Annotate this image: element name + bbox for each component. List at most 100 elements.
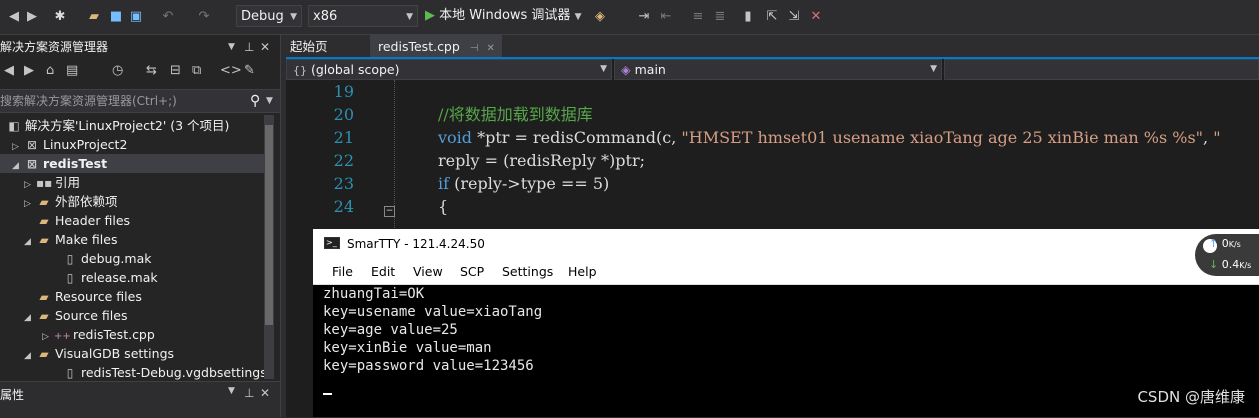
tree-item-linuxproject2[interactable]: ▷ ⊠ LinuxProject2 xyxy=(12,135,127,154)
indent-icon[interactable]: ⇥ xyxy=(636,9,652,25)
code-line[interactable]: //将数据加载到数据库 xyxy=(438,103,593,126)
forward-icon[interactable]: ▶ xyxy=(24,9,40,25)
search-icon[interactable]: ⚲ xyxy=(250,90,260,112)
chevron-down-icon[interactable]: ◢ xyxy=(24,233,36,252)
run-debugger-button[interactable]: ▶ 本地 Windows 调试器 ▼ xyxy=(425,5,582,27)
uncomment-icon[interactable]: ≣ xyxy=(712,9,728,25)
code-line[interactable]: reply = (redisReply *)ptr; xyxy=(438,149,645,172)
code-line[interactable]: void *ptr = redisCommand(c, "HMSET hmset… xyxy=(438,126,1221,149)
tree-item-solution[interactable]: ◧ 解决方案'LinuxProject2' (3 个项目) xyxy=(6,116,229,135)
tab-label: 起始页 xyxy=(290,39,328,54)
save-icon[interactable]: ■ xyxy=(108,9,124,25)
collapse-icon[interactable]: − xyxy=(384,206,395,217)
chevron-down-icon[interactable]: ◢ xyxy=(24,347,36,366)
tree-item-external-deps[interactable]: ▷ ▰ 外部依赖项 xyxy=(24,192,118,211)
code-line[interactable]: if (reply->type == 5) xyxy=(438,172,609,195)
tree-item-make-files[interactable]: ◢ ▰ Make files xyxy=(24,230,117,249)
show-all-files-icon[interactable]: ⧉ xyxy=(192,63,201,78)
navbar-extra-dropdown[interactable] xyxy=(944,59,1259,80)
terminal-icon: >_ xyxy=(324,237,340,249)
pin-icon[interactable]: ⊥ xyxy=(244,35,254,59)
pin-icon[interactable]: ⊥ xyxy=(244,386,254,400)
collapse-all-icon[interactable]: ⊟ xyxy=(170,63,181,78)
menu-scp[interactable]: SCP xyxy=(460,259,484,284)
scope-dropdown[interactable]: {} (global scope) ▼ xyxy=(286,59,612,80)
outdent-icon[interactable]: ⇤ xyxy=(658,9,674,25)
close-icon[interactable]: ✕ xyxy=(260,386,270,400)
tree-item-rediscpp[interactable]: ▷ ++ redisTest.cpp xyxy=(42,325,155,344)
chevron-down-icon[interactable]: ◢ xyxy=(24,309,36,328)
net-up-value: 0 xyxy=(1221,237,1229,250)
tree-label: Header files xyxy=(55,213,131,228)
chevron-right-icon[interactable]: ▷ xyxy=(24,195,36,214)
tree-item-source-files[interactable]: ◢ ▰ Source files xyxy=(24,306,127,325)
tree-label: 外部依赖项 xyxy=(55,194,118,209)
tree-label: LinuxProject2 xyxy=(43,137,128,152)
redo-icon[interactable]: ↷ xyxy=(196,9,212,25)
comment-icon[interactable]: ≡ xyxy=(690,9,706,25)
tab-start-page[interactable]: 起始页 xyxy=(290,35,328,59)
pin-icon[interactable]: ⊣ xyxy=(470,43,479,54)
panel-title: 解决方案资源管理器 xyxy=(0,40,109,54)
member-dropdown[interactable]: ◈ main ▼ xyxy=(614,59,942,80)
config-select[interactable]: Debug ▼ xyxy=(236,5,302,27)
menu-view[interactable]: View xyxy=(413,259,443,284)
menu-help[interactable]: Help xyxy=(568,259,597,284)
next-bookmark-icon[interactable]: ⇲ xyxy=(786,9,802,25)
menu-settings[interactable]: Settings xyxy=(502,259,553,284)
chevron-down-icon[interactable]: ▼ xyxy=(266,90,273,112)
chevron-down-icon: ▼ xyxy=(290,12,297,22)
chevron-down-icon[interactable]: ◢ xyxy=(12,157,24,176)
solution-search[interactable]: 搜索解决方案资源管理器(Ctrl+;) ⚲ ▼ xyxy=(0,89,280,113)
prev-bookmark-icon[interactable]: ⇱ xyxy=(764,9,780,25)
folder-icon: ▰ xyxy=(39,214,49,228)
back-icon[interactable]: ◀ xyxy=(4,63,14,78)
platform-select[interactable]: x86 ▼ xyxy=(308,5,418,27)
scrollbar-thumb[interactable] xyxy=(265,125,273,325)
pending-changes-icon[interactable]: ◷ xyxy=(112,63,123,78)
member-value: main xyxy=(634,62,666,77)
external-deps-icon: ▰ xyxy=(39,195,49,209)
switch-views-icon[interactable]: ▤ xyxy=(66,63,78,78)
properties-wrench-icon[interactable]: ✎ xyxy=(244,63,255,78)
back-icon[interactable]: ◀ xyxy=(6,9,22,25)
tree-item-header-files[interactable]: ▰ Header files xyxy=(36,211,130,230)
scrollbar-track[interactable] xyxy=(264,115,274,379)
tree-label: Source files xyxy=(55,308,128,323)
tree-label: release.mak xyxy=(81,270,158,285)
tree-item-resource-files[interactable]: ▰ Resource files xyxy=(36,287,141,306)
close-icon[interactable]: ✕ xyxy=(487,43,495,54)
file-icon: ▯ xyxy=(66,252,74,266)
open-folder-icon[interactable]: ▰ xyxy=(86,9,102,25)
clear-bookmarks-icon[interactable]: ✕ xyxy=(808,9,824,25)
chevron-down-icon[interactable]: ▼ xyxy=(228,386,235,396)
smartty-titlebar[interactable]: >_ SmarTTY - 121.4.24.50 xyxy=(313,229,1259,259)
terminal-cursor[interactable] xyxy=(323,393,332,395)
menu-file[interactable]: File xyxy=(332,259,353,284)
tree-item-visualgdb-settings[interactable]: ◢ ▰ VisualGDB settings xyxy=(24,344,174,363)
search-input[interactable]: 搜索解决方案资源管理器(Ctrl+;) xyxy=(0,94,177,108)
tree-item-references[interactable]: ▷ ▪▪ 引用 xyxy=(24,173,80,192)
bookmark-icon[interactable]: ▮ xyxy=(740,9,756,25)
tree-item-debug-mak[interactable]: ▯ debug.mak xyxy=(62,249,152,268)
sync-icon[interactable]: ⇆ xyxy=(146,63,157,78)
undo-icon[interactable]: ↶ xyxy=(160,9,176,25)
new-project-icon[interactable]: ✱ xyxy=(52,9,68,25)
watermark: CSDN @唐维康 xyxy=(1137,388,1245,406)
menu-edit[interactable]: Edit xyxy=(371,259,395,284)
save-all-icon[interactable]: ▣ xyxy=(128,9,144,25)
chevron-down-icon[interactable]: ▼ xyxy=(575,12,582,22)
find-in-files-icon[interactable]: ◈ xyxy=(592,9,608,25)
close-icon[interactable]: ✕ xyxy=(260,35,270,59)
tree-item-release-mak[interactable]: ▯ release.mak xyxy=(62,268,158,287)
net-down-row: ↓ 0.4K/s xyxy=(1209,258,1251,271)
home-icon[interactable]: ⌂ xyxy=(46,63,54,78)
preview-icon[interactable]: <> xyxy=(220,63,242,78)
tree-item-vgdbsettings[interactable]: ▯ redisTest-Debug.vgdbsettings xyxy=(62,363,267,382)
tab-rediscpp[interactable]: redisTest.cpp ⊣ ✕ xyxy=(370,35,502,59)
forward-icon[interactable]: ▶ xyxy=(24,63,34,78)
tree-item-redistest[interactable]: ◢ ⊠ redisTest xyxy=(0,154,268,173)
project-icon: ⊠ xyxy=(26,157,38,171)
code-line[interactable]: { xyxy=(438,195,448,218)
chevron-down-icon[interactable]: ▼ xyxy=(228,35,235,59)
